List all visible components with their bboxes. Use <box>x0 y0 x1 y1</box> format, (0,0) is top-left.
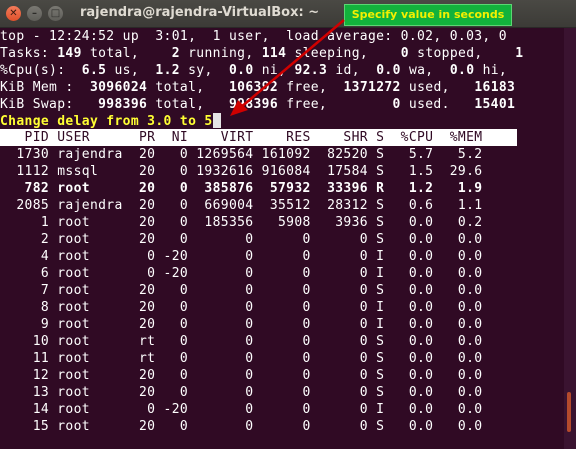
text-cursor <box>212 113 221 128</box>
process-row: 6 root 0 -20 0 0 0 I 0.0 0.0 <box>0 266 483 281</box>
process-row: 11 root rt 0 0 0 0 S 0.0 0.0 <box>0 351 483 366</box>
process-row: 15 root 20 0 0 0 0 S 0.0 0.0 <box>0 419 483 434</box>
process-row: 14 root 0 -20 0 0 0 I 0.0 0.0 <box>0 402 483 417</box>
minimize-window-button[interactable]: – <box>27 6 42 21</box>
delay-input[interactable]: 5 <box>204 114 212 129</box>
process-row: 4 root 0 -20 0 0 0 I 0.0 0.0 <box>0 249 483 264</box>
process-row: 12 root 20 0 0 0 0 S 0.0 0.0 <box>0 368 483 383</box>
process-row: 1 root 20 0 185356 5908 3936 S 0.0 0.2 <box>0 215 483 230</box>
window-title: rajendra@rajendra-VirtualBox: ~ <box>80 5 320 20</box>
maximize-window-button[interactable]: □ <box>48 6 63 21</box>
delay-prompt-label: Change delay from 3.0 to <box>0 114 205 129</box>
process-row: 13 root 20 0 0 0 0 S 0.0 0.0 <box>0 385 483 400</box>
swap-line: KiB Swap: 998396 total, 998396 free, 0 u… <box>0 97 516 112</box>
annotation-callout: Specify value in seconds <box>344 4 512 26</box>
process-row: 9 root 20 0 0 0 0 I 0.0 0.0 <box>0 317 483 332</box>
terminal-area[interactable]: top - 12:24:52 up 3:01, 1 user, load ave… <box>0 28 564 449</box>
scrollbar-thumb[interactable] <box>567 392 571 432</box>
process-row: 2085 rajendra 20 0 669004 35512 28312 S … <box>0 198 483 213</box>
cpu-line: %Cpu(s): 6.5 us, 1.2 sy, 0.0 ni, 92.3 id… <box>0 63 508 78</box>
col-header: PID USER PR NI VIRT RES SHR S %CPU %MEM <box>0 130 483 145</box>
annotation-text: Specify value in seconds <box>351 8 505 21</box>
process-row: 7 root 20 0 0 0 0 S 0.0 0.0 <box>0 283 483 298</box>
scrollbar[interactable] <box>564 28 576 449</box>
process-row: 2 root 20 0 0 0 0 S 0.0 0.0 <box>0 232 483 247</box>
mem-line: KiB Mem : 3096024 total, 106392 free, 13… <box>0 80 516 95</box>
process-row: 1112 mssql 20 0 1932616 916084 17584 S 1… <box>0 164 483 179</box>
close-window-button[interactable]: ✕ <box>6 6 21 21</box>
process-row: 8 root 20 0 0 0 0 I 0.0 0.0 <box>0 300 483 315</box>
delay-prompt[interactable]: Change delay from 3.0 to 5 <box>0 113 221 130</box>
process-row: 10 root rt 0 0 0 0 S 0.0 0.0 <box>0 334 483 349</box>
process-row: 782 root 20 0 385876 57932 33396 R 1.2 1… <box>0 181 483 196</box>
tasks-line: Tasks: 149 total, 2 running, 114 sleepin… <box>0 46 524 61</box>
process-table-header: PID USER PR NI VIRT RES SHR S %CPU %MEM <box>0 129 517 146</box>
uptime-line: top - 12:24:52 up 3:01, 1 user, load ave… <box>0 29 507 44</box>
process-row: 1730 rajendra 20 0 1269564 161092 82520 … <box>0 147 483 162</box>
